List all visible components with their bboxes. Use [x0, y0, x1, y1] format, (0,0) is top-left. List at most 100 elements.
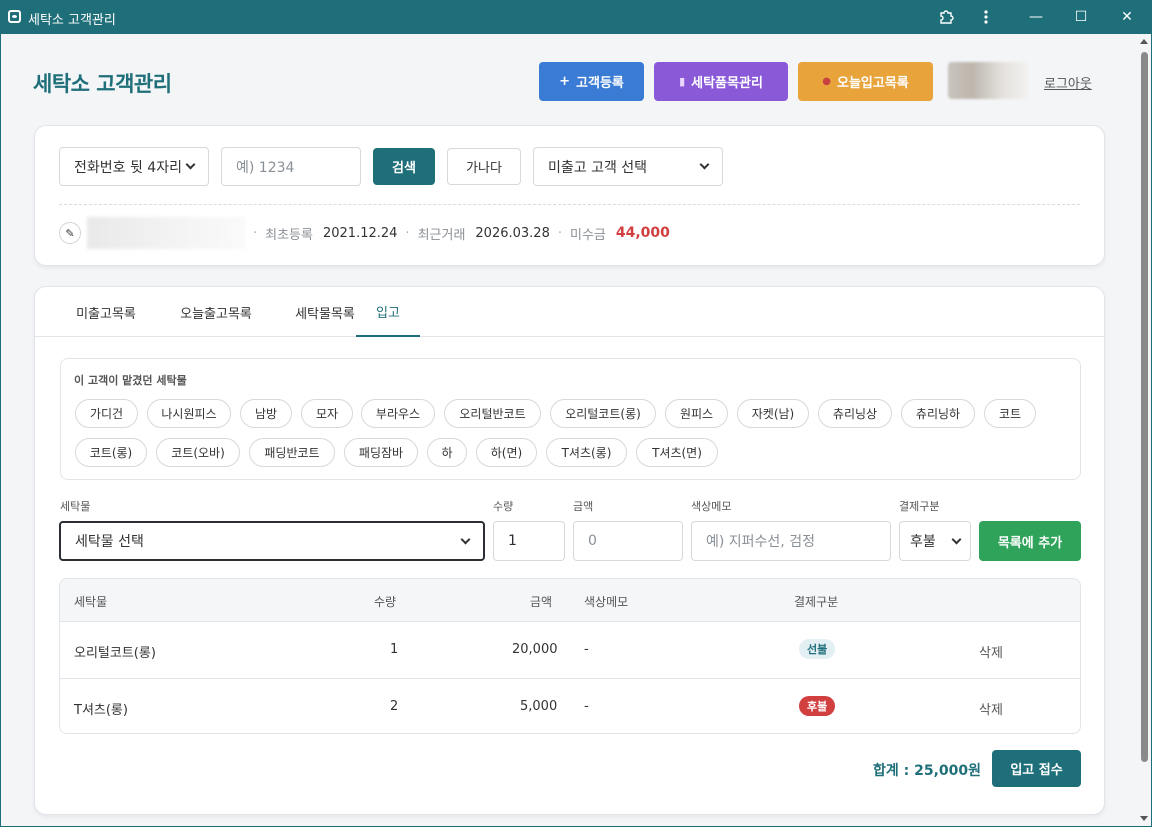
memo-input[interactable]: 예) 지퍼수선, 검정 [691, 521, 891, 561]
item-select-value: 세탁물 선택 [75, 534, 144, 550]
customer-name [87, 217, 245, 249]
add-to-list-button[interactable]: 목록에 추가 [979, 521, 1081, 561]
row-amount: 20,000 [512, 642, 558, 657]
history-chip[interactable]: 코트(롱) [75, 438, 147, 467]
unreleased-customer-value: 미출고 고객 선택 [548, 159, 648, 176]
separator-dot: · [405, 225, 410, 241]
menu-button[interactable] [963, 0, 1009, 34]
history-chip[interactable]: 오리털반코트 [444, 399, 541, 428]
app-icon [8, 10, 21, 23]
qty-input-value: 1 [508, 533, 517, 549]
scroll-up-arrow-icon[interactable] [1140, 39, 1148, 44]
intake-table: 세탁물 수량 금액 색상메모 결제구분 오리털코트(롱) 1 20,000 - … [59, 578, 1081, 734]
ganada-button[interactable]: 가나다 [447, 148, 521, 185]
manage-items-button[interactable]: ▮ 세탁품목관리 [654, 62, 788, 101]
today-intake-button[interactable]: ● 오늘입고목록 [798, 62, 933, 101]
pay-select-value: 후불 [910, 534, 936, 550]
scroll-thumb[interactable] [1141, 52, 1148, 762]
search-input[interactable]: 예) 1234 [221, 147, 361, 186]
register-customer-button[interactable]: + 고객등록 [539, 62, 644, 101]
history-chip[interactable]: 하(면) [476, 438, 537, 467]
unpaid-label: 미수금 [569, 227, 606, 243]
item-select[interactable]: 세탁물 선택 [59, 521, 485, 561]
history-chip[interactable]: 츄리닝하 [901, 399, 975, 428]
puzzle-icon [940, 10, 954, 24]
history-chip[interactable]: 츄리닝상 [818, 399, 892, 428]
row-memo: - [584, 699, 589, 714]
history-chip[interactable]: 코트(오바) [156, 438, 240, 467]
logout-link[interactable]: 로그아웃 [1044, 73, 1092, 92]
main-card: 미출고목록 오늘출고목록 세탁물목록 입고 이 고객이 맡겼던 세탁물 가디건 … [34, 286, 1105, 815]
tab-today-out[interactable]: 오늘출고목록 [157, 287, 275, 337]
submit-intake-button[interactable]: 입고 접수 [992, 750, 1081, 787]
history-chip[interactable]: 모자 [301, 399, 353, 428]
maximize-button[interactable]: ☐ [1058, 0, 1104, 34]
history-chip[interactable]: 패딩반코트 [249, 438, 335, 467]
plus-icon: + [559, 74, 571, 89]
row-qty: 2 [390, 699, 399, 714]
row-qty: 1 [390, 642, 399, 657]
history-chip[interactable]: 나시원피스 [147, 399, 231, 428]
history-chip[interactable]: T셔츠(롱) [546, 438, 627, 467]
col-qty: 수량 [374, 595, 397, 609]
search-button[interactable]: 검색 [373, 148, 435, 185]
memo-label: 색상메모 [691, 500, 732, 513]
first-registered-date: 2021.12.24 [322, 225, 398, 241]
app-client-area: 세탁소 고객관리 + 고객등록 ▮ 세탁품목관리 ● 오늘입고목록 로그아웃 전… [1, 34, 1151, 826]
total-amount: 합계 : 25,000원 [873, 763, 982, 779]
history-chip[interactable]: 코트 [984, 399, 1036, 428]
pencil-icon: ✎ [65, 226, 75, 240]
col-pay: 결제구분 [794, 595, 839, 609]
row-item: T셔츠(롱) [74, 703, 128, 718]
search-type-select[interactable]: 전화번호 뒷 4자리 [59, 147, 209, 186]
amount-input[interactable]: 0 [573, 521, 683, 561]
history-chip[interactable]: 하 [427, 438, 467, 467]
item-label: 세탁물 [60, 500, 91, 513]
vertical-scrollbar[interactable] [1137, 34, 1151, 826]
history-chip[interactable]: 패딩잠바 [344, 438, 418, 467]
col-memo: 색상메모 [584, 595, 629, 609]
history-chip[interactable]: 남방 [240, 399, 292, 428]
row-memo: - [584, 642, 589, 657]
chevron-down-icon [951, 534, 962, 544]
pay-select[interactable]: 후불 [899, 521, 971, 561]
history-chip[interactable]: 가디건 [75, 399, 138, 428]
scroll-down-arrow-icon[interactable] [1140, 816, 1148, 821]
qty-input[interactable]: 1 [493, 521, 565, 561]
history-box: 이 고객이 맡겼던 세탁물 가디건 나시원피스 남방 모자 부라우스 오리털반코… [60, 358, 1081, 480]
history-chip[interactable]: 원피스 [665, 399, 728, 428]
tab-unreleased[interactable]: 미출고목록 [59, 287, 153, 337]
search-card: 전화번호 뒷 4자리 예) 1234 검색 가나다 미출고 고객 선택 ✎ · … [34, 125, 1105, 266]
unpaid-amount: 44,000 [615, 225, 670, 241]
first-registered-label: 최초등록 [265, 227, 313, 243]
avatar [948, 62, 1028, 99]
window-title: 세탁소 고객관리 [28, 13, 116, 28]
today-intake-label: 오늘입고목록 [836, 76, 909, 91]
table-row: T셔츠(롱) 2 5,000 - 후불 삭제 [60, 678, 1080, 733]
chevron-down-icon [699, 159, 710, 170]
delete-button[interactable]: 삭제 [979, 699, 1003, 718]
separator-dot: · [253, 225, 258, 241]
minimize-button[interactable]: — [1013, 0, 1059, 34]
edit-customer-button[interactable]: ✎ [59, 222, 81, 244]
status-badge: 선불 [799, 639, 836, 659]
delete-button[interactable]: 삭제 [979, 642, 1003, 661]
chevron-down-icon [185, 159, 196, 170]
row-amount: 5,000 [520, 699, 558, 714]
history-chip[interactable]: T셔츠(면) [636, 438, 718, 467]
history-chip[interactable]: 자켓(남) [737, 399, 809, 428]
history-chip[interactable]: 오리털코트(롱) [550, 399, 656, 428]
close-button[interactable]: ✕ [1104, 0, 1150, 34]
history-chip[interactable]: 부라우스 [361, 399, 435, 428]
status-badge: 후불 [799, 696, 836, 716]
unreleased-customer-select[interactable]: 미출고 고객 선택 [533, 147, 723, 186]
search-type-value: 전화번호 뒷 4자리 [74, 159, 182, 176]
table-row: 오리털코트(롱) 1 20,000 - 선불 삭제 [60, 622, 1080, 678]
page-title: 세탁소 고객관리 [33, 72, 172, 96]
divider [59, 204, 1080, 205]
chevron-down-icon [460, 534, 471, 544]
col-item: 세탁물 [74, 595, 108, 609]
amount-input-placeholder: 0 [588, 533, 597, 549]
tab-intake[interactable]: 입고 [356, 287, 420, 337]
customer-summary: ✎ · 최초등록 2021.12.24 · 최근거래 2026.03.28 · … [59, 217, 670, 249]
